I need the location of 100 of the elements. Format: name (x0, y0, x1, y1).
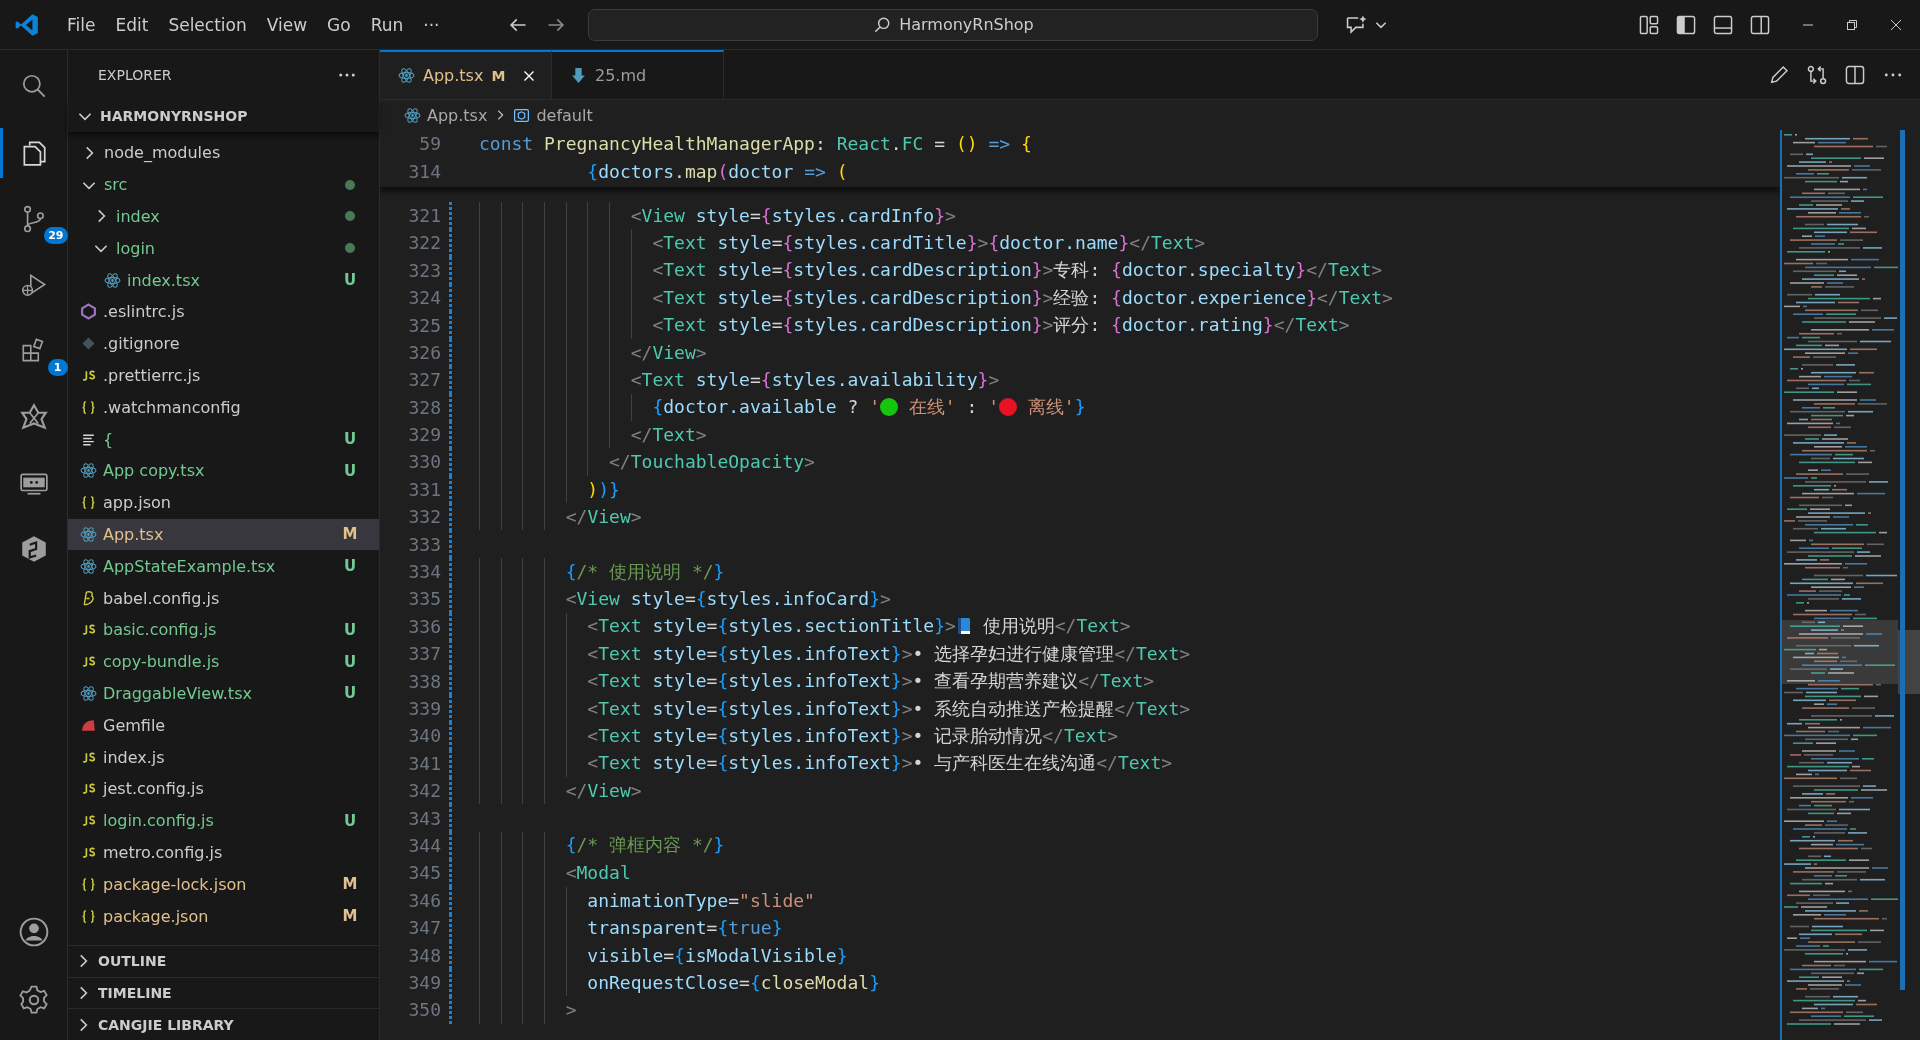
tree-item[interactable]: .watchmanconfig (68, 391, 379, 424)
file-name[interactable]: .prettierrc.js (103, 365, 201, 385)
menu-item[interactable]: Edit (106, 10, 158, 39)
tree-item[interactable]: DraggableView.tsx U (68, 677, 379, 710)
breadcrumb-item[interactable]: App.tsx (427, 105, 488, 125)
file-name[interactable]: index.tsx (127, 270, 200, 290)
code-line: <Text style={styles.infoText}>• 查看孕期营养建议</Text> (587, 669, 1155, 694)
menu-item[interactable]: File (58, 10, 105, 39)
tree-item[interactable]: metro.config.js (68, 836, 379, 869)
split-toggle-icon[interactable] (1749, 13, 1771, 36)
code-line: </View> (630, 341, 707, 363)
code-line: <Text style={styles.infoText}>• 与产科医生在线沟通</Text> (587, 751, 1173, 776)
split-editor-icon[interactable] (1844, 63, 1866, 86)
tree-item[interactable]: jest.config.js (68, 772, 379, 805)
star-icon[interactable] (18, 402, 49, 432)
project-name[interactable]: HARMONYRNSHOP (100, 108, 248, 124)
react-icon (404, 106, 421, 124)
line-number: 338 (407, 670, 441, 692)
line-number: 336 (407, 615, 441, 637)
tree-item[interactable]: .eslintrc.js (68, 296, 379, 328)
file-name[interactable]: package.json (103, 906, 209, 926)
sidebar-toggle-icon[interactable] (1675, 13, 1697, 36)
code-line: visible={isModalVisible} (587, 944, 848, 966)
section-title[interactable]: TIMELINE (98, 984, 172, 1001)
count-badge: 1 (47, 359, 68, 376)
file-name[interactable]: .gitignore (103, 334, 180, 354)
tree-item[interactable]: Gemfile (68, 709, 379, 742)
tree-item[interactable]: app.json (68, 486, 379, 519)
file-name[interactable]: index (116, 207, 160, 226)
menu-item[interactable]: Run (361, 10, 413, 39)
breadcrumb-item[interactable]: default (536, 105, 593, 125)
file-name[interactable]: babel.config.js (103, 588, 220, 608)
file-name[interactable]: basic.config.js (103, 620, 217, 640)
app-logo-icon (14, 11, 40, 38)
file-name[interactable]: jest.config.js (103, 779, 204, 799)
braces-icon (80, 494, 97, 512)
file-name[interactable]: app.json (103, 493, 171, 513)
file-name[interactable]: App copy.tsx (103, 461, 205, 481)
tree-item[interactable]: App.tsx M (68, 518, 379, 551)
tree-item[interactable]: basic.config.js U (68, 613, 379, 646)
menu-item[interactable]: Selection (159, 10, 256, 39)
editor-tab[interactable]: 25.md (552, 50, 724, 99)
section-title[interactable]: CANGJIE LIBRARY (98, 1016, 234, 1033)
layout-icon[interactable] (1638, 13, 1660, 36)
settings-icon[interactable] (16, 983, 51, 1017)
code-line: <Text style={styles.cardDescription}>评分: {doctor.rating}</Text> (652, 313, 1350, 338)
line-number: 340 (407, 725, 441, 747)
section-title[interactable]: OUTLINE (98, 953, 167, 970)
pencil-icon[interactable] (1768, 63, 1790, 86)
tree-item[interactable]: node_modules (68, 137, 379, 169)
tree-item[interactable]: login.config.js U (68, 804, 379, 837)
symbol-icon (513, 106, 531, 124)
line-number: 321 (407, 204, 441, 226)
file-name[interactable]: package-lock.json (103, 874, 247, 894)
code-line: <Text style={styles.cardTitle}>{doctor.name}</Text> (652, 232, 1206, 254)
file-name[interactable]: Gemfile (103, 715, 166, 735)
tree-item[interactable]: login (68, 232, 379, 265)
menu-item[interactable]: View (257, 10, 317, 39)
panel-toggle-icon[interactable] (1712, 13, 1734, 36)
file-name[interactable]: src (104, 175, 128, 195)
git-status-letter: U (342, 271, 358, 290)
line-number: 339 (407, 698, 441, 719)
tree-item[interactable]: { U (68, 423, 379, 455)
tree-item[interactable]: index.tsx U (68, 264, 379, 296)
tree-item[interactable]: .prettierrc.js (68, 359, 379, 392)
menu-item[interactable]: ··· (414, 10, 449, 39)
tree-item[interactable]: .gitignore (68, 327, 379, 360)
file-name[interactable]: { (103, 429, 114, 449)
line-number: 343 (407, 807, 441, 829)
tree-item[interactable]: App copy.tsx U (68, 454, 379, 487)
tree-item[interactable]: babel.config.js (68, 582, 379, 614)
tree-item[interactable]: AppStateExample.tsx U (68, 550, 379, 583)
file-name[interactable]: login (116, 238, 155, 258)
command-search-field[interactable]: HarmonyRnShop (588, 8, 1319, 41)
line-number: 323 (407, 259, 441, 281)
tree-item[interactable]: index (68, 200, 379, 233)
editor-tab[interactable]: App.tsx M (380, 50, 552, 99)
file-name[interactable]: copy-bundle.js (103, 652, 220, 672)
file-name[interactable]: .eslintrc.js (103, 302, 185, 322)
menu-item[interactable]: Go (318, 10, 360, 39)
tree-item[interactable]: index.js (68, 741, 379, 773)
file-name[interactable]: login.config.js (103, 811, 214, 831)
code-line: const PregnancyHealthManagerApp: React.FC = () => { (479, 133, 1032, 155)
file-name[interactable]: node_modules (104, 143, 221, 163)
file-name[interactable]: .watchmanconfig (103, 397, 241, 417)
tree-item[interactable]: copy-bundle.js U (68, 645, 379, 678)
tree-item[interactable]: package.json M (68, 900, 379, 932)
compare-changes-icon[interactable] (1806, 63, 1828, 86)
line-number: 327 (407, 369, 441, 391)
line-number: 348 (407, 944, 441, 966)
line-number: 341 (407, 752, 441, 774)
file-name[interactable]: App.tsx (103, 524, 164, 544)
file-name[interactable]: DraggableView.tsx (103, 683, 252, 703)
file-name[interactable]: AppStateExample.tsx (103, 556, 276, 576)
tree-item[interactable]: package-lock.json M (68, 868, 379, 901)
minimap-drawing[interactable] (1780, 130, 1898, 1040)
file-name[interactable]: metro.config.js (103, 842, 223, 862)
tree-item[interactable]: src (68, 168, 379, 201)
line-number: 332 (407, 506, 441, 528)
file-name[interactable]: index.js (103, 747, 165, 767)
